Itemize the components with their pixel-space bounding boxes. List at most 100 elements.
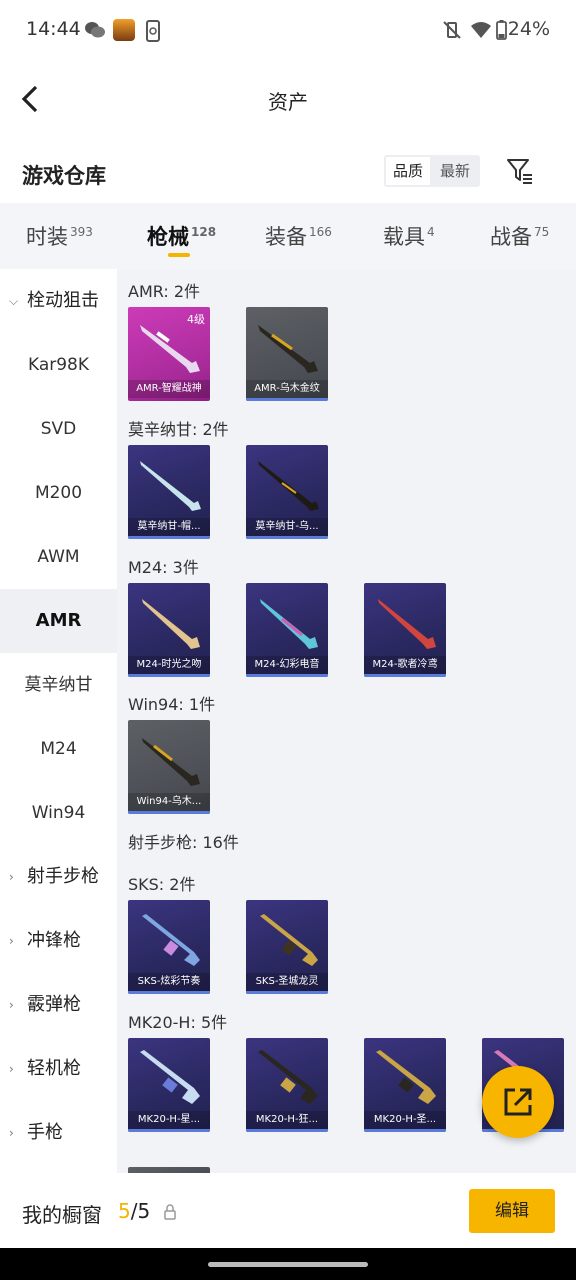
rarity-bar bbox=[246, 398, 328, 401]
sort-toggle: 品质 最新 bbox=[384, 155, 480, 187]
rifle-icon bbox=[140, 461, 201, 511]
sidebar-item-awm[interactable]: AWM bbox=[0, 525, 117, 589]
group-heading: AMR: 2件 bbox=[128, 282, 201, 301]
skin-name: M24-幻彩电音 bbox=[246, 656, 328, 674]
sort-quality-button[interactable]: 品质 bbox=[386, 157, 430, 185]
mute-icon bbox=[442, 20, 462, 40]
sidebar-item-kar98k[interactable]: Kar98K bbox=[0, 333, 117, 397]
skin-name: Win94-乌木... bbox=[128, 793, 210, 811]
chevron-right-icon: › bbox=[9, 1126, 14, 1140]
chevron-right-icon: › bbox=[9, 870, 14, 884]
skin-card[interactable]: SKS-炫彩节奏 bbox=[128, 900, 210, 994]
skin-card[interactable]: 莫辛纳甘-帽... bbox=[128, 445, 210, 539]
tab-count: 75 bbox=[534, 225, 550, 239]
rifle-icon bbox=[258, 1050, 318, 1104]
skin-name: MK20-H-星... bbox=[128, 1111, 210, 1129]
skin-card[interactable]: 莫辛纳甘-乌... bbox=[246, 445, 328, 539]
sidebar-item-m24[interactable]: M24 bbox=[0, 717, 117, 781]
tab-count: 4 bbox=[427, 225, 435, 239]
skin-name: 莫辛纳甘-帽... bbox=[128, 518, 210, 536]
rarity-bar bbox=[364, 674, 446, 677]
rarity-bar bbox=[128, 674, 210, 677]
sidebar-item-lmg[interactable]: › 轻机枪 bbox=[0, 1037, 117, 1101]
lock-icon bbox=[163, 1204, 177, 1220]
page-title: 资产 bbox=[268, 90, 308, 114]
sidebar-item-m200[interactable]: M200 bbox=[0, 461, 117, 525]
sidebar-item-pistol[interactable]: › 手枪 bbox=[0, 1101, 117, 1165]
rifle-icon bbox=[142, 738, 200, 786]
section-title: 游戏仓库 bbox=[22, 164, 106, 188]
sidebar-item-mosin[interactable]: 莫辛纳甘 bbox=[0, 653, 117, 717]
system-nav-bar bbox=[0, 1248, 576, 1280]
rarity-bar bbox=[128, 536, 210, 539]
skin-card[interactable]: Win94-乌木... bbox=[128, 720, 210, 814]
skin-card[interactable]: M24-幻彩电音 bbox=[246, 583, 328, 677]
rifle-icon bbox=[378, 599, 436, 649]
showcase-count-total: /5 bbox=[130, 1199, 151, 1223]
showcase-bar: 我的橱窗 5/5 编辑 bbox=[0, 1173, 576, 1248]
wechat-icon bbox=[84, 21, 106, 39]
sidebar-item-svd[interactable]: SVD bbox=[0, 397, 117, 461]
rarity-bar bbox=[364, 1129, 446, 1132]
tab-firearms[interactable]: 枪械 128 bbox=[147, 221, 216, 251]
sidebar-item-win94[interactable]: Win94 bbox=[0, 781, 117, 845]
rarity-bar bbox=[128, 1129, 210, 1132]
sidebar-item-amr[interactable]: AMR bbox=[0, 589, 117, 653]
tab-vehicles[interactable]: 载具 4 bbox=[383, 221, 435, 251]
tab-supplies[interactable]: 战备 75 bbox=[490, 221, 549, 251]
phone-sync-icon bbox=[145, 20, 161, 42]
skin-card[interactable]: AMR-乌木金纹 bbox=[246, 307, 328, 401]
skin-name: MK20-H-圣... bbox=[364, 1111, 446, 1129]
rarity-bar bbox=[246, 991, 328, 994]
weapon-sidebar: ⌵ 栓动狙击 Kar98K SVD M200 AWM AMR 莫辛纳甘 M24 W… bbox=[0, 269, 117, 1173]
rarity-bar bbox=[128, 991, 210, 994]
skin-name: M24-歌者冷鸢 bbox=[364, 656, 446, 674]
rarity-bar bbox=[246, 536, 328, 539]
skin-card[interactable]: M24-歌者冷鸢 bbox=[364, 583, 446, 677]
sidebar-item-smg[interactable]: › 冲锋枪 bbox=[0, 909, 117, 973]
showcase-count: 5/5 bbox=[118, 1199, 150, 1223]
edit-button[interactable]: 编辑 bbox=[469, 1189, 555, 1233]
status-bar: 14:44 24% bbox=[0, 0, 576, 62]
sort-newest-button[interactable]: 最新 bbox=[432, 157, 478, 185]
rifle-icon bbox=[258, 461, 319, 511]
chevron-right-icon: › bbox=[9, 934, 14, 948]
rifle-icon bbox=[260, 914, 318, 966]
share-button[interactable] bbox=[482, 1066, 554, 1138]
group-heading: 射手步枪: 16件 bbox=[128, 833, 239, 852]
rifle-icon bbox=[260, 599, 318, 649]
skin-card[interactable]: SKS-圣城龙灵 bbox=[246, 900, 328, 994]
sidebar-item-label: 冲锋枪 bbox=[27, 930, 81, 951]
rifle-icon bbox=[258, 325, 318, 373]
skin-name: SKS-圣城龙灵 bbox=[246, 973, 328, 991]
group-heading: 莫辛纳甘: 2件 bbox=[128, 420, 229, 439]
skin-name: M24-时光之吻 bbox=[128, 656, 210, 674]
group-heading: SKS: 2件 bbox=[128, 875, 196, 894]
skin-level: 4级 bbox=[187, 313, 205, 326]
rifle-icon bbox=[142, 599, 200, 649]
rarity-bar bbox=[128, 811, 210, 814]
app-screen: 14:44 24% 资产 游戏仓库 品质 最新 时装 393 枪械 128 装备 1 bbox=[0, 0, 576, 1248]
skin-card[interactable]: MK20-H-圣... bbox=[364, 1038, 446, 1132]
tab-fashion[interactable]: 时装 393 bbox=[26, 221, 93, 251]
sidebar-item-shotgun[interactable]: › 霰弹枪 bbox=[0, 973, 117, 1037]
skin-card[interactable]: MK20-H-星... bbox=[128, 1038, 210, 1132]
status-time: 14:44 bbox=[26, 18, 81, 40]
active-tab-indicator bbox=[168, 253, 190, 257]
skin-name: SKS-炫彩节奏 bbox=[128, 973, 210, 991]
home-gesture-handle[interactable] bbox=[208, 1262, 368, 1267]
skin-card[interactable]: M24-时光之吻 bbox=[128, 583, 210, 677]
wifi-icon bbox=[470, 21, 492, 39]
sidebar-item-label: 霰弹枪 bbox=[27, 994, 81, 1015]
showcase-label: 我的橱窗 bbox=[22, 1203, 102, 1227]
skin-card[interactable]: MK20-H-狂... bbox=[246, 1038, 328, 1132]
sidebar-item-marksman[interactable]: › 射手步枪 bbox=[0, 845, 117, 909]
skin-card[interactable]: 4级 AMR-智耀战神 bbox=[128, 307, 210, 401]
game-app-icon bbox=[113, 19, 135, 41]
sidebar-item-bolt-sniper[interactable]: ⌵ 栓动狙击 bbox=[0, 269, 117, 333]
sidebar-item-label: 手枪 bbox=[27, 1122, 63, 1143]
skin-name: MK20-H-狂... bbox=[246, 1111, 328, 1129]
filter-icon[interactable] bbox=[505, 156, 535, 186]
tab-equipment[interactable]: 装备 166 bbox=[265, 221, 332, 251]
group-heading: MK20-H: 5件 bbox=[128, 1013, 228, 1032]
